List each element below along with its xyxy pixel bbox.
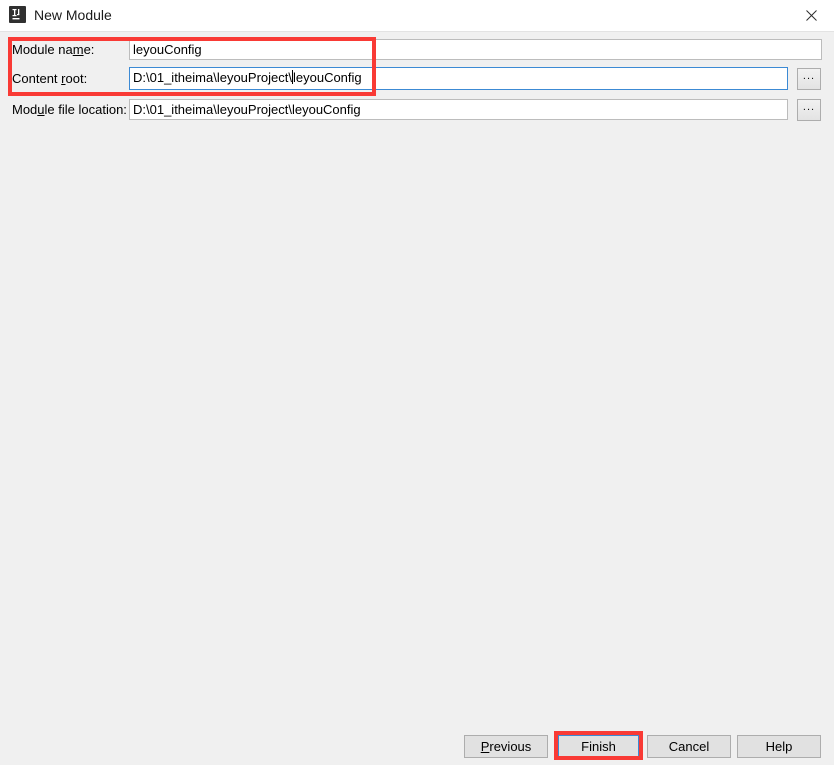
module-name-input[interactable]: leyouConfig [129, 39, 822, 60]
dialog-button-bar: Previous Finish Cancel Help [0, 726, 834, 765]
module-file-location-label: Module file location: [12, 101, 127, 118]
module-file-location-label-tail: le file location: [44, 102, 127, 117]
module-name-label-tail: e: [83, 42, 95, 57]
ellipsis-icon: ... [802, 101, 816, 113]
module-form: Module name: leyouConfig Content root: D… [0, 32, 834, 132]
content-root-browse-button[interactable]: ... [797, 68, 821, 90]
module-name-label-mnemonic: m [72, 42, 84, 57]
title-bar: New Module [0, 0, 834, 32]
module-file-location-label-mnemonic: u [37, 102, 45, 117]
content-root-label: Content root: [12, 70, 87, 87]
module-file-location-input[interactable]: D:\01_itheima\leyouProject\leyouConfig [129, 99, 788, 120]
help-button[interactable]: Help [737, 735, 821, 758]
form-row-module-name: Module name: leyouConfig [0, 38, 834, 62]
intellij-idea-logo-icon [9, 6, 26, 23]
content-root-value-after-caret: leyouConfig [292, 70, 362, 85]
content-root-value-before-caret: D:\01_itheima\leyouProject\ [133, 70, 292, 85]
module-file-location-label-text: Mod [12, 102, 38, 117]
previous-button[interactable]: Previous [464, 735, 548, 758]
form-row-content-root: Content root: D:\01_itheima\leyouProject… [0, 67, 834, 91]
previous-button-label: revious [489, 739, 532, 754]
form-row-module-file-location: Module file location: D:\01_itheima\leyo… [0, 98, 834, 122]
ellipsis-icon: ... [802, 70, 816, 82]
module-file-location-browse-button[interactable]: ... [797, 99, 821, 121]
content-root-label-text: Content [12, 71, 62, 86]
cancel-button[interactable]: Cancel [647, 735, 731, 758]
content-root-label-tail: oot: [65, 71, 88, 86]
content-root-input[interactable]: D:\01_itheima\leyouProject\leyouConfig [129, 67, 788, 90]
module-name-label: Module name: [12, 41, 94, 58]
module-name-label-text: Module na [12, 42, 73, 57]
close-icon[interactable] [788, 0, 834, 31]
window-title: New Module [34, 7, 112, 23]
finish-button[interactable]: Finish [558, 735, 639, 758]
